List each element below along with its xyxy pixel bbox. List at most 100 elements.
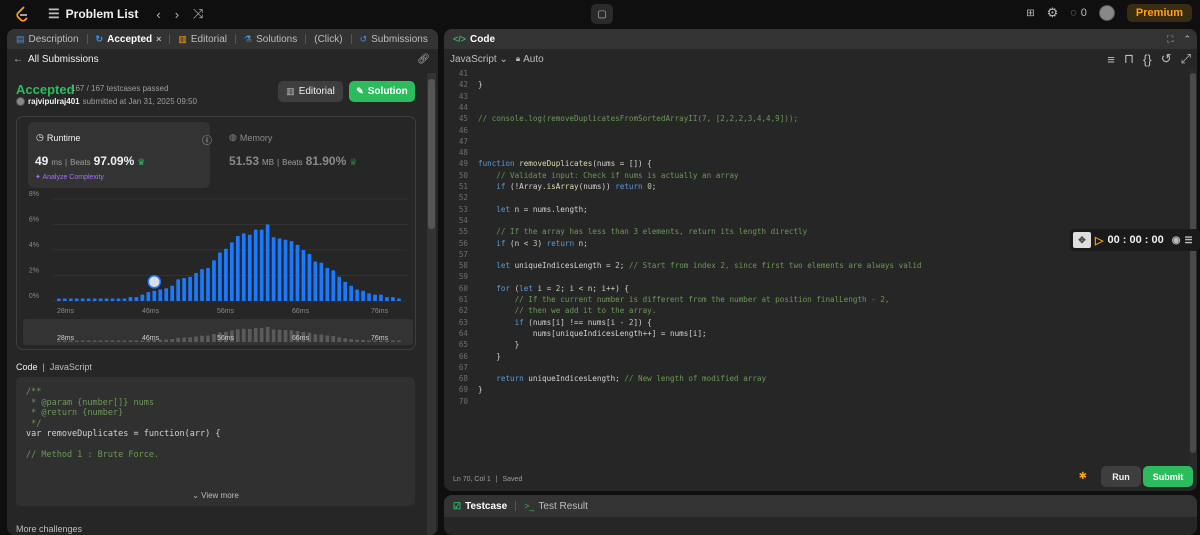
left-scrollbar[interactable] xyxy=(427,73,436,535)
language-select[interactable]: JavaScript ⌄ xyxy=(450,54,508,65)
chart-bar xyxy=(176,279,181,301)
editor-line[interactable]: 42} xyxy=(444,80,483,90)
prev-problem-icon[interactable]: ‹ xyxy=(156,6,160,22)
editor-line[interactable]: 56 if (n < 3) return n; xyxy=(444,239,588,249)
crown-icon: ♛ xyxy=(349,157,358,167)
debug-icon[interactable]: ✱ xyxy=(1079,471,1087,482)
premium-button[interactable]: Premium xyxy=(1126,4,1192,22)
avatar[interactable] xyxy=(1098,5,1115,21)
drag-handle-icon[interactable]: ✥ xyxy=(1073,232,1091,248)
editor-line[interactable]: 59 xyxy=(444,272,478,282)
play-icon[interactable]: ▷ xyxy=(1095,234,1103,247)
editor-line[interactable]: 57 xyxy=(444,250,478,260)
y-tick-label: 4% xyxy=(29,242,39,249)
editor-line[interactable]: 45 // console.log(removeDuplicatesFromSor… xyxy=(444,114,798,124)
shuffle-icon[interactable]: ⤨ xyxy=(193,6,203,22)
tab-editorial[interactable]: ▥ Editorial xyxy=(175,34,230,45)
settings-icon[interactable]: ⚙ xyxy=(1047,5,1059,21)
editorial-button[interactable]: ▥ Editorial xyxy=(278,81,343,102)
tab-code[interactable]: </> Code xyxy=(450,34,498,45)
scrubber-bar xyxy=(194,336,198,342)
tab-description[interactable]: ▤ Description xyxy=(13,34,82,45)
editor-line[interactable]: 61 // If the current number is different… xyxy=(444,295,890,305)
editor-line[interactable]: 44 xyxy=(444,103,478,113)
expand-icon[interactable]: ⤢ xyxy=(1181,51,1191,67)
editor-scrollbar[interactable] xyxy=(1189,69,1197,489)
editor-line[interactable]: 69} xyxy=(444,385,483,395)
editor-line[interactable]: 68 return uniqueIndicesLength; // New le… xyxy=(444,374,766,384)
format-icon[interactable]: ≡ xyxy=(1107,51,1115,67)
editor-line[interactable]: 66 } xyxy=(444,352,501,362)
tab-accepted[interactable]: ↻ Accepted × xyxy=(93,34,165,45)
line-number: 48 xyxy=(458,148,468,158)
reset-icon[interactable]: ↺ xyxy=(1161,51,1172,67)
editor-line[interactable]: 50 // Validate input: Check if nums is a… xyxy=(444,171,739,181)
view-more-button[interactable]: ⌄ View more xyxy=(16,491,415,500)
editor-line[interactable]: 49 function removeDuplicates(nums = []) { xyxy=(444,159,652,169)
status-accepted: Accepted xyxy=(16,82,75,97)
line-number: 44 xyxy=(458,102,468,112)
editor-line[interactable]: 55 // If the array has less than 3 eleme… xyxy=(444,227,807,237)
scrubber-bar xyxy=(188,337,192,342)
editor-line[interactable]: 54 xyxy=(444,216,478,226)
next-problem-icon[interactable]: › xyxy=(175,6,179,22)
maximize-icon[interactable]: ⛶ xyxy=(1167,34,1173,45)
eye-icon[interactable]: ◉ xyxy=(1172,235,1181,246)
scrubber-bar xyxy=(283,330,288,342)
submit-button[interactable]: Submit xyxy=(1143,466,1193,487)
notes-button[interactable]: ▢ xyxy=(591,4,613,24)
auto-mode[interactable]: Auto xyxy=(523,54,544,65)
editor-line[interactable]: 63 if (nums[i] !== nums[i - 2]) { xyxy=(444,318,652,328)
code-editor[interactable]: 41 42} 43 44 45// console.log(removeDuplicat… xyxy=(444,69,1197,464)
editor-line[interactable]: 48 xyxy=(444,148,478,158)
scrubber-bar xyxy=(241,328,246,342)
runtime-card[interactable]: ◷ Runtime ⓘ 49 ms | Beats 97.09% ♛ ✦ Anal… xyxy=(28,122,212,188)
link-icon[interactable]: 🔗︎ xyxy=(417,54,430,65)
editor-line[interactable]: 70 xyxy=(444,397,478,407)
run-button[interactable]: Run xyxy=(1101,466,1141,487)
editor-line[interactable]: 47 xyxy=(444,137,478,147)
braces-icon[interactable]: {} xyxy=(1143,51,1152,67)
editor-line[interactable]: 41 xyxy=(444,69,478,79)
line-number: 59 xyxy=(458,272,468,282)
bookmark-icon[interactable]: ⊓ xyxy=(1124,51,1134,67)
editor-line[interactable]: 60 for (let i = 2; i < n; i++) { xyxy=(444,284,629,294)
collapse-icon[interactable]: ⌃ xyxy=(1183,34,1191,45)
editor-line[interactable]: 67 xyxy=(444,363,478,373)
timer-display: 00 : 00 : 00 xyxy=(1107,234,1164,246)
leetcode-logo[interactable] xyxy=(14,5,30,23)
chart-bar xyxy=(200,269,204,301)
editor-line[interactable]: 65 } xyxy=(444,340,519,350)
scrubber-bar xyxy=(235,329,240,342)
editor-line[interactable]: 64 nums[uniqueIndicesLength++] = nums[i]… xyxy=(444,329,707,339)
scrubber-bar xyxy=(247,329,252,342)
editor-line[interactable]: 51 if (!Array.isArray(nums)) return 0; xyxy=(444,182,657,192)
editor-line[interactable]: 62 // then we add it to the array. xyxy=(444,306,656,316)
tab-solutions[interactable]: ⚗ Solutions xyxy=(241,34,300,45)
solution-button[interactable]: ✎ Solution xyxy=(349,81,415,102)
submitted-time: submitted at Jan 31, 2025 09:50 xyxy=(82,97,197,106)
problem-list-button[interactable]: ☰ Problem List xyxy=(48,6,138,22)
back-to-submissions[interactable]: ← All Submissions xyxy=(13,54,99,65)
chart-bar xyxy=(212,260,216,301)
editor-line[interactable]: 53 let n = nums.length; xyxy=(444,205,588,215)
username[interactable]: rajvipulraj401 xyxy=(28,97,80,106)
runtime-distribution-chart[interactable]: 8% 6% 4% 2% 0% 28ms 46ms 56ms 66ms 76ms 28ms 46ms 56… xyxy=(17,191,417,351)
close-tab-icon[interactable]: × xyxy=(156,34,161,44)
line-number: 55 xyxy=(458,227,468,237)
editor-line[interactable]: 46 xyxy=(444,126,478,136)
tab-test-result[interactable]: >_ Test Result xyxy=(521,501,591,512)
editor-line[interactable]: 52 xyxy=(444,193,478,203)
layout-icon[interactable]: ⊞ xyxy=(1026,8,1034,19)
tab-submissions[interactable]: ↺ Submissions xyxy=(357,34,431,45)
tab-testcase[interactable]: ☑ Testcase xyxy=(450,501,510,512)
sliders-icon[interactable]: ☰ xyxy=(1184,235,1192,246)
line-text: nums[uniqueIndicesLength++] = nums[i]; xyxy=(478,328,707,338)
streak-icon[interactable]: ◌ xyxy=(1070,7,1077,19)
arrow-left-icon: ← xyxy=(13,53,23,65)
analyze-complexity-link[interactable]: ✦ Analyze Complexity xyxy=(35,173,104,181)
info-icon[interactable]: ⓘ xyxy=(202,132,212,147)
editor-line[interactable]: 43 xyxy=(444,92,478,102)
tab-click[interactable]: (Click) xyxy=(311,34,345,45)
editor-line[interactable]: 58 let uniqueIndicesLength = 2; // Start… xyxy=(444,261,922,271)
